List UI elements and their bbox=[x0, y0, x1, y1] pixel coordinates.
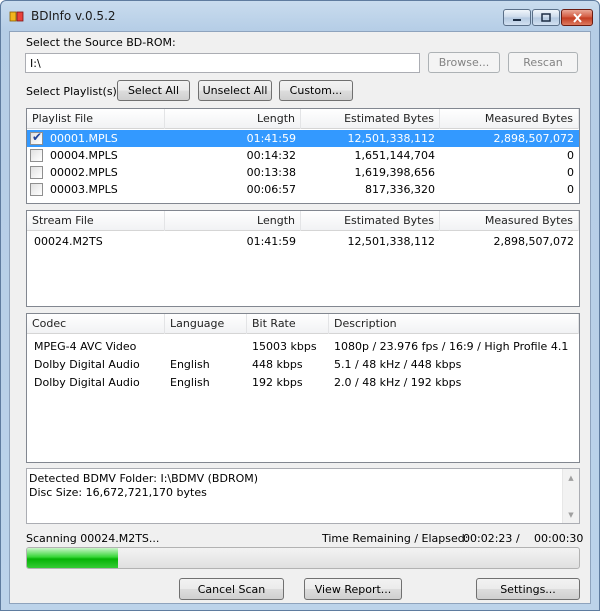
stream-row[interactable]: 00024.M2TS 01:41:59 12,501,338,112 2,898,50… bbox=[27, 233, 579, 250]
stream-file-cell: 00024.M2TS bbox=[34, 235, 103, 248]
scroll-down-icon[interactable]: ▼ bbox=[563, 506, 579, 523]
main-panel: Select the Source BD-ROM: I:\ Browse... … bbox=[9, 31, 591, 604]
title-bar[interactable]: BDInfo v.0.5.2 bbox=[1, 1, 599, 31]
scan-progress-bar bbox=[26, 547, 580, 569]
playlist-file-cell: 00002.MPLS bbox=[50, 166, 118, 179]
window-title: BDInfo v.0.5.2 bbox=[31, 9, 116, 23]
custom-button[interactable]: Custom... bbox=[279, 80, 353, 101]
playlist-checkbox[interactable]: ✔ bbox=[30, 130, 43, 145]
codec-bitrate-cell: 15003 kbps bbox=[252, 340, 317, 353]
maximize-button[interactable] bbox=[532, 9, 560, 26]
playlist-row[interactable]: ✔ 00001.MPLS 01:41:59 12,501,338,112 2,898,5… bbox=[27, 130, 579, 147]
info-line-disc-size: Disc Size: 16,672,721,170 bytes bbox=[29, 486, 207, 499]
column-header-playlist-file[interactable]: Playlist File bbox=[27, 109, 165, 129]
playlist-estimated-cell: 1,619,398,656 bbox=[354, 166, 435, 179]
codec-description-cell: 5.1 / 48 kHz / 448 kbps bbox=[334, 358, 462, 371]
source-label: Select the Source BD-ROM: bbox=[26, 36, 176, 49]
rescan-button[interactable]: Rescan bbox=[508, 52, 578, 73]
codec-description-cell: 1080p / 23.976 fps / 16:9 / High Profile… bbox=[334, 340, 569, 353]
playlist-row[interactable]: 00002.MPLS 00:13:38 1,619,398,656 0 bbox=[27, 164, 579, 181]
close-button[interactable] bbox=[561, 9, 593, 26]
bdinfo-window: BDInfo v.0.5.2 Select the Source BD-ROM:… bbox=[0, 0, 600, 611]
playlist-measured-cell: 0 bbox=[567, 183, 574, 196]
playlist-measured-cell: 0 bbox=[567, 166, 574, 179]
scan-progress-fill bbox=[27, 548, 119, 568]
playlist-checkbox[interactable] bbox=[30, 149, 43, 162]
codec-language-cell bbox=[165, 338, 247, 355]
codec-name-cell: MPEG-4 AVC Video bbox=[34, 340, 137, 353]
time-remaining-label: Time Remaining / Elapsed: bbox=[322, 532, 469, 545]
minimize-icon bbox=[513, 18, 521, 21]
playlist-file-cell: 00003.MPLS bbox=[50, 183, 118, 196]
column-header-stream-length[interactable]: Length bbox=[165, 211, 301, 231]
stream-list-header: Stream File Length Estimated Bytes Measu… bbox=[27, 211, 579, 231]
cancel-scan-button[interactable]: Cancel Scan bbox=[179, 578, 284, 600]
playlist-length-cell: 00:14:32 bbox=[246, 149, 296, 162]
time-separator: / bbox=[516, 532, 520, 545]
playlist-row[interactable]: 00003.MPLS 00:06:57 817,336,320 0 bbox=[27, 181, 579, 198]
codec-list-header: Codec Language Bit Rate Description bbox=[27, 314, 579, 334]
app-icon bbox=[9, 11, 24, 22]
codec-name-cell: Dolby Digital Audio bbox=[34, 358, 140, 371]
settings-button[interactable]: Settings... bbox=[476, 578, 580, 600]
playlist-list[interactable]: Playlist File Length Estimated Bytes Mea… bbox=[26, 108, 580, 204]
playlist-estimated-cell: 12,501,338,112 bbox=[347, 132, 435, 145]
playlist-estimated-cell: 817,336,320 bbox=[365, 183, 435, 196]
codec-bitrate-cell: 192 kbps bbox=[252, 376, 303, 389]
playlist-measured-cell: 2,898,507,072 bbox=[493, 132, 574, 145]
codec-list[interactable]: Codec Language Bit Rate Description MPEG… bbox=[26, 313, 580, 463]
playlist-measured-cell: 0 bbox=[567, 149, 574, 162]
codec-bitrate-cell: 448 kbps bbox=[252, 358, 303, 371]
codec-row[interactable]: Dolby Digital Audio English 192 kbps 2.0 / … bbox=[27, 374, 579, 391]
column-header-description[interactable]: Description bbox=[329, 314, 579, 334]
playlist-estimated-cell: 1,651,144,704 bbox=[354, 149, 435, 162]
close-icon bbox=[572, 12, 582, 23]
column-header-stream-estimated-bytes[interactable]: Estimated Bytes bbox=[301, 211, 440, 231]
playlist-length-cell: 01:41:59 bbox=[246, 132, 296, 145]
time-elapsed-value: 00:00:30 bbox=[534, 532, 584, 545]
column-header-language[interactable]: Language bbox=[165, 314, 247, 334]
column-header-measured-bytes[interactable]: Measured Bytes bbox=[440, 109, 579, 129]
info-textbox[interactable]: Detected BDMV Folder: I:\BDMV (BDROM) Di… bbox=[26, 468, 580, 524]
codec-row[interactable]: Dolby Digital Audio English 448 kbps 5.1 / … bbox=[27, 356, 579, 373]
column-header-stream-file[interactable]: Stream File bbox=[27, 211, 165, 231]
stream-length-cell: 01:41:59 bbox=[246, 235, 296, 248]
column-header-stream-measured-bytes[interactable]: Measured Bytes bbox=[440, 211, 579, 231]
unselect-all-button[interactable]: Unselect All bbox=[198, 80, 272, 101]
time-remaining-value: 00:02:23 bbox=[463, 532, 513, 545]
playlist-row[interactable]: 00004.MPLS 00:14:32 1,651,144,704 0 bbox=[27, 147, 579, 164]
codec-description-cell: 2.0 / 48 kHz / 192 kbps bbox=[334, 376, 462, 389]
stream-estimated-cell: 12,501,338,112 bbox=[347, 235, 435, 248]
stream-list[interactable]: Stream File Length Estimated Bytes Measu… bbox=[26, 210, 580, 307]
info-scrollbar[interactable]: ▲ ▼ bbox=[562, 469, 579, 523]
playlist-checkbox[interactable] bbox=[30, 166, 43, 179]
codec-row[interactable]: MPEG-4 AVC Video 15003 kbps 1080p / 23.976… bbox=[27, 338, 579, 355]
playlist-list-header: Playlist File Length Estimated Bytes Mea… bbox=[27, 109, 579, 129]
column-header-bit-rate[interactable]: Bit Rate bbox=[247, 314, 329, 334]
playlist-checkbox[interactable] bbox=[30, 183, 43, 196]
playlist-length-cell: 00:06:57 bbox=[246, 183, 296, 196]
browse-button[interactable]: Browse... bbox=[428, 52, 500, 73]
checkmark-icon: ✔ bbox=[32, 130, 43, 144]
maximize-icon bbox=[541, 13, 551, 22]
scroll-up-icon[interactable]: ▲ bbox=[563, 469, 579, 486]
playlist-file-cell: 00001.MPLS bbox=[50, 132, 118, 145]
column-header-estimated-bytes[interactable]: Estimated Bytes bbox=[301, 109, 440, 129]
select-all-button[interactable]: Select All bbox=[117, 80, 190, 101]
playlist-file-cell: 00004.MPLS bbox=[50, 149, 118, 162]
source-path-input[interactable]: I:\ bbox=[25, 53, 420, 73]
minimize-button[interactable] bbox=[503, 9, 531, 26]
column-header-codec[interactable]: Codec bbox=[27, 314, 165, 334]
codec-name-cell: Dolby Digital Audio bbox=[34, 376, 140, 389]
scanning-status: Scanning 00024.M2TS... bbox=[26, 532, 160, 545]
column-header-length[interactable]: Length bbox=[165, 109, 301, 129]
playlist-length-cell: 00:13:38 bbox=[246, 166, 296, 179]
view-report-button[interactable]: View Report... bbox=[304, 578, 402, 600]
select-playlists-label: Select Playlist(s): bbox=[26, 85, 121, 98]
codec-language-cell: English bbox=[170, 358, 210, 371]
info-line-bdmv-folder: Detected BDMV Folder: I:\BDMV (BDROM) bbox=[29, 472, 259, 485]
stream-measured-cell: 2,898,507,072 bbox=[493, 235, 574, 248]
codec-language-cell: English bbox=[170, 376, 210, 389]
